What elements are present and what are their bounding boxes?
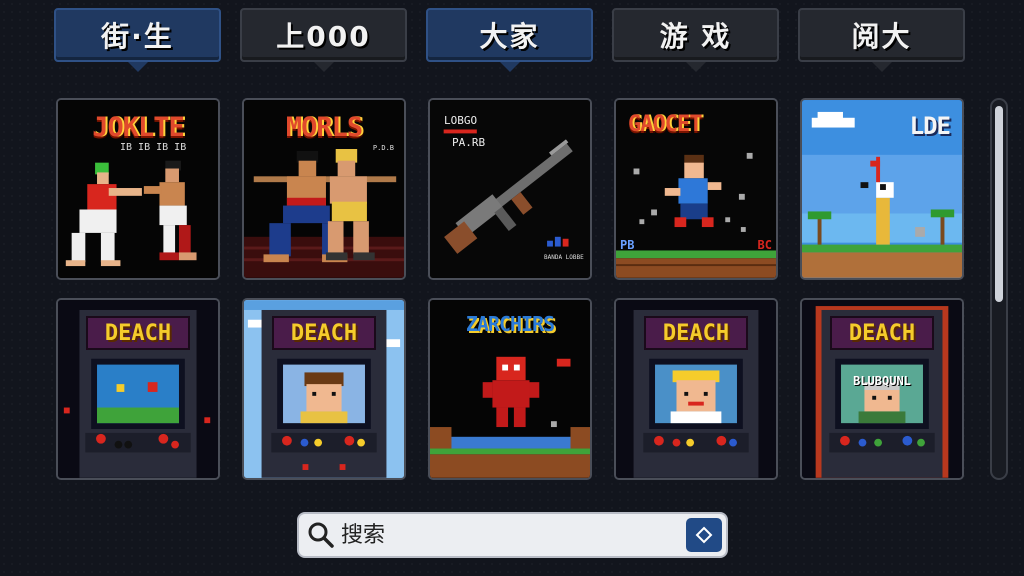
search-submit-button[interactable] bbox=[686, 518, 722, 552]
game-title: GAOCET bbox=[628, 112, 702, 137]
game-card[interactable]: DEACH BLUBQUNL bbox=[800, 298, 964, 480]
tab-label: 上000 bbox=[276, 20, 371, 53]
game-title: DEACH bbox=[830, 316, 934, 350]
game-title: ZARCHIRS bbox=[465, 312, 555, 336]
tab-street[interactable]: 街·生 bbox=[54, 8, 221, 72]
game-grid: JOKLTE IB IB IB IB MORLS P.D.B LOBGO PA.… bbox=[56, 98, 968, 480]
game-title: JOKLTE bbox=[92, 112, 185, 143]
tab-label: 大家 bbox=[479, 20, 540, 53]
tab-label: 游 戏 bbox=[659, 20, 732, 53]
game-card[interactable]: JOKLTE IB IB IB IB bbox=[56, 98, 220, 280]
category-tabs: 街·生 上000 大家 游 戏 阅大 bbox=[54, 8, 970, 78]
search-bar bbox=[297, 512, 728, 558]
game-card[interactable]: LDE bbox=[800, 98, 964, 280]
game-card[interactable]: LOBGO PA.RB BANDA LOBBE bbox=[428, 98, 592, 280]
game-title: DEACH bbox=[272, 316, 376, 350]
tab-games[interactable]: 游 戏 bbox=[612, 8, 779, 72]
game-title: DEACH bbox=[644, 316, 748, 350]
diamond-icon bbox=[695, 526, 713, 544]
game-footer: BANDA LOBBE bbox=[544, 254, 584, 261]
game-title: DEACH bbox=[86, 316, 190, 350]
game-subtitle: P.D.B bbox=[372, 144, 394, 152]
search-input[interactable] bbox=[339, 521, 673, 549]
game-card[interactable]: DEACH bbox=[614, 298, 778, 480]
tab-label: 街·生 bbox=[101, 20, 174, 53]
game-card[interactable]: MORLS P.D.B bbox=[242, 98, 406, 280]
game-title: LOBGO bbox=[444, 114, 478, 127]
game-subtitle: IB IB IB IB bbox=[120, 142, 187, 153]
game-screen-text: BLUBQUNL bbox=[853, 374, 911, 388]
game-card[interactable]: DEACH bbox=[56, 298, 220, 480]
tab-everyone[interactable]: 大家 bbox=[426, 8, 593, 72]
game-title: LDE bbox=[909, 112, 951, 140]
game-card[interactable]: DEACH bbox=[242, 298, 406, 480]
scrollbar-thumb[interactable] bbox=[995, 106, 1003, 302]
tab-read[interactable]: 阅大 bbox=[798, 8, 965, 72]
tab-label: 阅大 bbox=[851, 20, 912, 53]
game-badge-right: BC bbox=[757, 238, 772, 252]
game-card[interactable]: ZARCHIRS bbox=[428, 298, 592, 480]
game-card[interactable]: GAOCET PB BC bbox=[614, 98, 778, 280]
tab-up[interactable]: 上000 bbox=[240, 8, 407, 72]
game-badge-left: PB bbox=[620, 238, 635, 252]
game-title: MORLS bbox=[285, 112, 363, 143]
game-subtitle: PA.RB bbox=[452, 136, 486, 149]
scrollbar[interactable] bbox=[990, 98, 1008, 480]
search-icon bbox=[308, 522, 334, 548]
